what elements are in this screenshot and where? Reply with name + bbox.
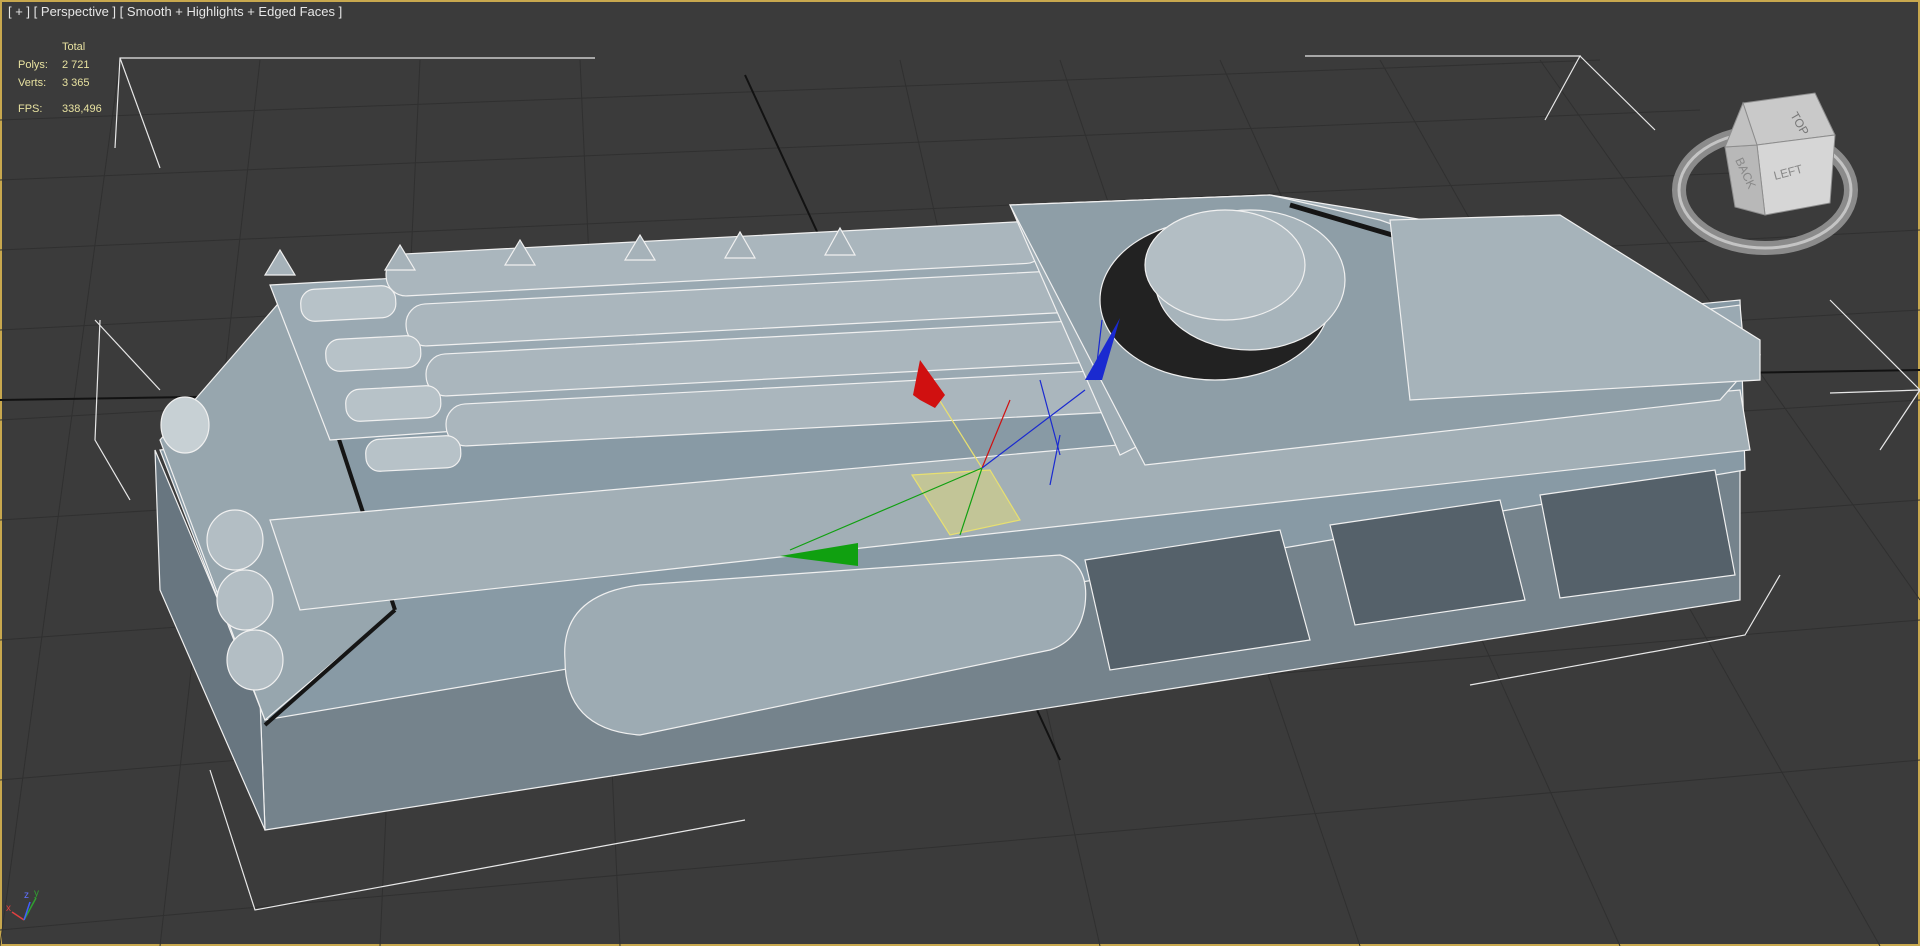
viewport-shading-menu[interactable]: [ Smooth + Highlights + Edged Faces ]	[120, 4, 343, 19]
verts-value: 3 365	[62, 77, 90, 89]
stats-total-header: Total	[62, 41, 86, 53]
tripod-x-label: x	[6, 903, 11, 914]
viewport-general-menu[interactable]: [ + ]	[8, 4, 30, 19]
viewport-label-menu: [ + ] [ Perspective ] [ Smooth + Highlig…	[8, 4, 342, 19]
tripod-y-label: y	[34, 888, 39, 899]
viewport-point-of-view-menu[interactable]: [ Perspective ]	[34, 4, 116, 19]
viewport-statistics: Total Polys: 2 721 Verts: 3 365 FPS: 338,49…	[18, 38, 122, 118]
axis-tripod-icon: x y z	[6, 888, 39, 921]
viewcube-icon[interactable]: TOP BACK LEFT	[1665, 85, 1865, 275]
polys-value: 2 721	[62, 59, 90, 71]
tripod-z-label: z	[24, 890, 29, 901]
fps-value: 338,496	[62, 103, 102, 115]
polys-label: Polys:	[18, 59, 48, 71]
perspective-viewport[interactable]: x y z [ + ] [ Perspective ] [ Smooth + H…	[0, 0, 1920, 946]
fps-label: FPS:	[18, 103, 43, 115]
verts-label: Verts:	[18, 77, 47, 89]
scene-canvas[interactable]: x y z	[0, 0, 1920, 946]
